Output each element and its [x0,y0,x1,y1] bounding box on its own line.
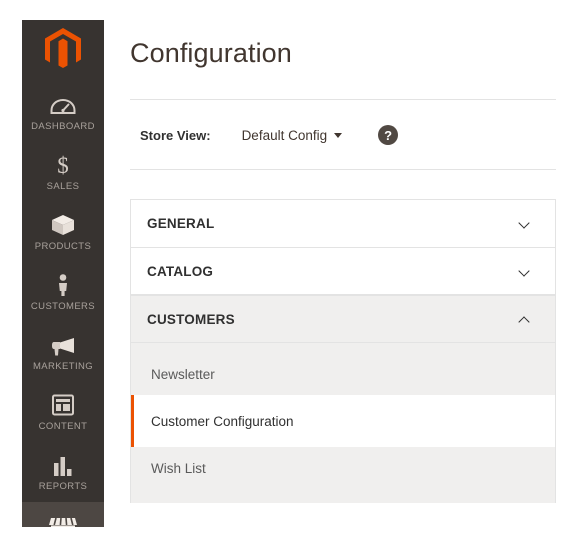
section-title: GENERAL [147,216,215,231]
accordion-section-general[interactable]: GENERAL [130,199,556,247]
chevron-down-icon [520,266,531,277]
magento-logo-icon [43,27,83,76]
sidebar-item-label: DASHBOARD [31,120,95,132]
megaphone-icon [50,333,76,357]
sidebar-item-label: REPORTS [38,480,88,492]
layout-page-icon [51,393,75,417]
sidebar-item-label: MARKETING [32,360,94,372]
configuration-accordion: GENERAL CATALOG CUSTOMERS Newsletter Cus… [130,199,556,503]
sidebar-item-reports[interactable]: REPORTS [22,442,104,502]
sidebar-item-sales[interactable]: $ SALES [22,142,104,202]
store-view-select[interactable]: Default Config [242,128,328,143]
dollar-sign-icon: $ [54,153,72,177]
question-mark-icon[interactable]: ? [378,125,399,145]
page-title: Configuration [130,38,292,68]
person-icon [55,273,71,297]
sidebar-item-label: CONTENT [38,420,88,432]
chevron-up-icon [520,314,531,325]
admin-configuration-page: DASHBOARD $ SALES PRODUCTS CUSTOMERS MAR… [0,0,585,551]
sidebar-item-marketing[interactable]: MARKETING [22,322,104,382]
bar-chart-icon [52,453,74,477]
magento-logo[interactable] [22,20,104,82]
sub-item-label: Customer Configuration [151,413,294,429]
sub-item-label: Newsletter [151,366,215,382]
sidebar-item-label: CUSTOMERS [30,300,96,312]
sidebar-item-label: SALES [46,180,80,192]
sidebar-item-dashboard[interactable]: DASHBOARD [22,82,104,142]
store-view-switcher: Store View: Default Config ? [130,124,399,146]
section-title: CUSTOMERS [147,311,235,327]
sidebar-item-stores[interactable]: STORES [22,502,104,527]
dashboard-gauge-icon [50,93,76,117]
chevron-down-icon [520,218,531,229]
sidebar-item-wish-list[interactable]: Wish List [131,447,555,489]
main-content: Configuration Store View: Default Config… [130,0,585,551]
sub-item-label: Wish List [151,460,206,476]
admin-sidebar: DASHBOARD $ SALES PRODUCTS CUSTOMERS MAR… [22,20,104,527]
sidebar-item-customer-configuration[interactable]: Customer Configuration [131,395,555,447]
storefront-awning-icon [48,513,78,527]
accordion-section-catalog[interactable]: CATALOG [130,247,556,295]
svg-text:$: $ [57,153,69,177]
sidebar-item-newsletter[interactable]: Newsletter [131,353,555,395]
chevron-down-icon[interactable] [334,132,343,138]
sidebar-item-products[interactable]: PRODUCTS [22,202,104,262]
section-title: CATALOG [147,263,214,279]
store-view-label: Store View: [140,127,211,143]
header-divider [130,99,556,100]
sidebar-item-customers[interactable]: CUSTOMERS [22,262,104,322]
storeview-divider [130,169,556,170]
sidebar-item-label: PRODUCTS [34,240,92,252]
accordion-body-customers: Newsletter Customer Configuration Wish L… [130,343,556,503]
accordion-section-customers[interactable]: CUSTOMERS [130,295,556,343]
box-package-icon [50,213,76,237]
sidebar-item-content[interactable]: CONTENT [22,382,104,442]
